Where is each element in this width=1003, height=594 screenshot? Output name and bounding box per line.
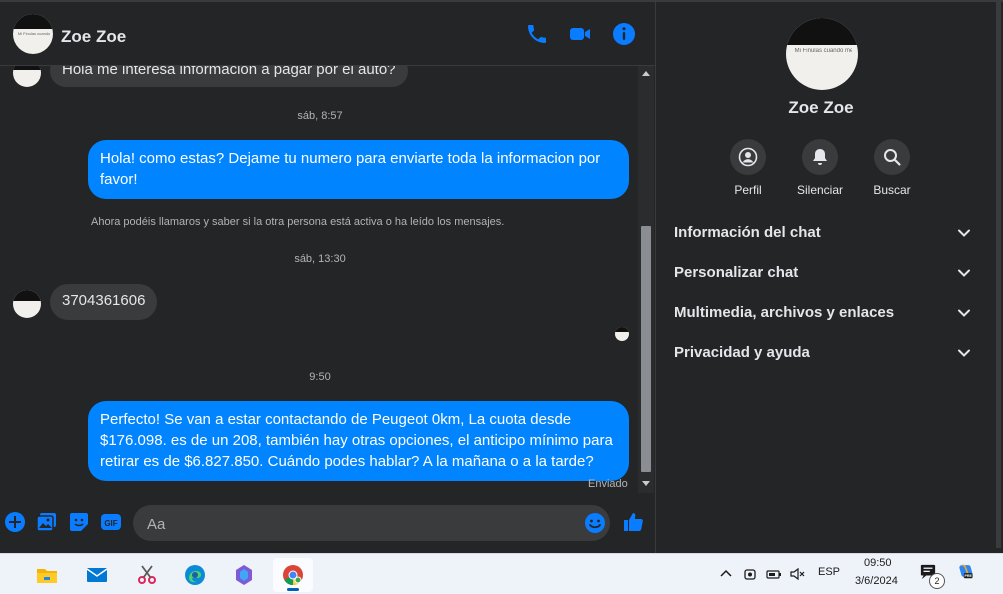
section-customize-chat[interactable]: Personalizar chat: [656, 252, 986, 292]
search-label: Buscar: [873, 183, 911, 197]
mute-button[interactable]: Silenciar: [785, 139, 855, 197]
file-explorer-icon[interactable]: [27, 558, 67, 592]
chevron-down-icon: [958, 349, 970, 357]
chat-header: Mi Finulas cuando me vé Zoe Zoe: [0, 2, 655, 66]
chevron-up-icon[interactable]: [718, 566, 734, 582]
delivery-status: Enviado: [588, 478, 628, 490]
contact-avatar[interactable]: Mi Finulas cuando me vé: [13, 14, 53, 54]
search-icon: [884, 149, 901, 166]
clock-date[interactable]: 3/6/2024: [855, 575, 898, 587]
snipping-tool-icon[interactable]: [127, 558, 167, 592]
profile-button[interactable]: Perfil: [713, 139, 783, 197]
chevron-down-icon: [958, 269, 970, 277]
clock-time[interactable]: 09:50: [864, 557, 892, 569]
timestamp: sáb, 8:57: [297, 110, 343, 122]
like-icon[interactable]: [622, 511, 644, 533]
seen-indicator-avatar: [615, 327, 629, 341]
copilot-badge: PRE: [964, 574, 972, 578]
chevron-down-icon: [958, 309, 970, 317]
add-icon[interactable]: [4, 511, 26, 533]
message-scrollbar[interactable]: [638, 66, 654, 493]
search-button[interactable]: Buscar: [857, 139, 927, 197]
phone-icon[interactable]: [525, 22, 549, 46]
timestamp: 9:50: [309, 371, 331, 383]
outgoing-message[interactable]: Perfecto! Se van a estar contactando de …: [88, 401, 629, 481]
message-input[interactable]: [145, 505, 579, 543]
message-avatar: [13, 66, 41, 87]
avatar-caption: Mi Finulas cuando me vé: [17, 30, 50, 36]
conversation-info-panel: Mi Finulas cuando me vé Zoe Zoe Perfil S…: [655, 2, 1001, 553]
profile-avatar[interactable]: Mi Finulas cuando me vé: [786, 18, 858, 90]
section-chat-info[interactable]: Información del chat: [656, 212, 986, 252]
profile-label: Perfil: [734, 183, 762, 197]
sticker-icon[interactable]: [68, 511, 90, 533]
section-privacy-help[interactable]: Privacidad y ayuda: [656, 332, 986, 372]
section-label: Información del chat: [674, 224, 821, 241]
section-label: Multimedia, archivos y enlaces: [674, 304, 895, 321]
profile-name: Zoe Zoe: [788, 98, 854, 117]
incoming-message[interactable]: 3704361606: [50, 284, 158, 320]
scroll-down-arrow[interactable]: [642, 481, 650, 486]
chevron-down-icon: [958, 229, 970, 237]
battery-icon[interactable]: [766, 566, 782, 582]
gif-icon[interactable]: GIF: [100, 511, 122, 533]
edge-icon[interactable]: [175, 558, 215, 592]
bell-icon: [813, 149, 827, 165]
profile-icon: [738, 147, 758, 167]
section-label: Personalizar chat: [674, 264, 799, 281]
avatar-caption: Mi Finulas cuando me vé: [794, 48, 853, 55]
scroll-up-arrow[interactable]: [642, 71, 650, 76]
message-list[interactable]: Hola me interesa información a pagar por…: [0, 66, 640, 493]
contact-name[interactable]: Zoe Zoe: [61, 27, 126, 47]
notification-count-badge: 2: [929, 573, 945, 589]
language-indicator[interactable]: ESP: [818, 566, 840, 578]
composer: GIF: [0, 495, 655, 553]
windows-taskbar: ESP 09:50 3/6/2024 PRE: [0, 553, 1003, 594]
emoji-icon[interactable]: [584, 512, 606, 534]
outgoing-message[interactable]: Hola! como estas? Dejame tu numero para …: [88, 140, 629, 199]
mute-label: Silenciar: [796, 183, 844, 197]
video-call-icon[interactable]: [568, 22, 592, 46]
section-label: Privacidad y ayuda: [674, 344, 810, 361]
incoming-message[interactable]: Hola me interesa información a pagar por…: [50, 66, 408, 87]
chrome-icon[interactable]: [273, 558, 313, 592]
gif-label: GIF: [104, 519, 117, 528]
message-input-box[interactable]: [133, 505, 610, 543]
timestamp: sáb, 13:30: [294, 253, 346, 265]
copilot-preview-icon[interactable]: PRE: [958, 563, 980, 585]
section-media-files-links[interactable]: Multimedia, archivos y enlaces: [656, 292, 986, 332]
camera-privacy-icon[interactable]: [742, 566, 758, 582]
volume-muted-icon[interactable]: [789, 566, 805, 582]
system-note: Ahora podéis llamaros y saber si la otra…: [91, 216, 505, 228]
copilot-icon[interactable]: [224, 558, 264, 592]
image-icon[interactable]: [36, 511, 58, 533]
message-avatar: [13, 290, 41, 318]
mail-icon[interactable]: [77, 558, 117, 592]
scroll-thumb[interactable]: [641, 226, 651, 472]
panel-scrollbar[interactable]: [996, 2, 1001, 548]
info-icon[interactable]: [612, 22, 636, 46]
